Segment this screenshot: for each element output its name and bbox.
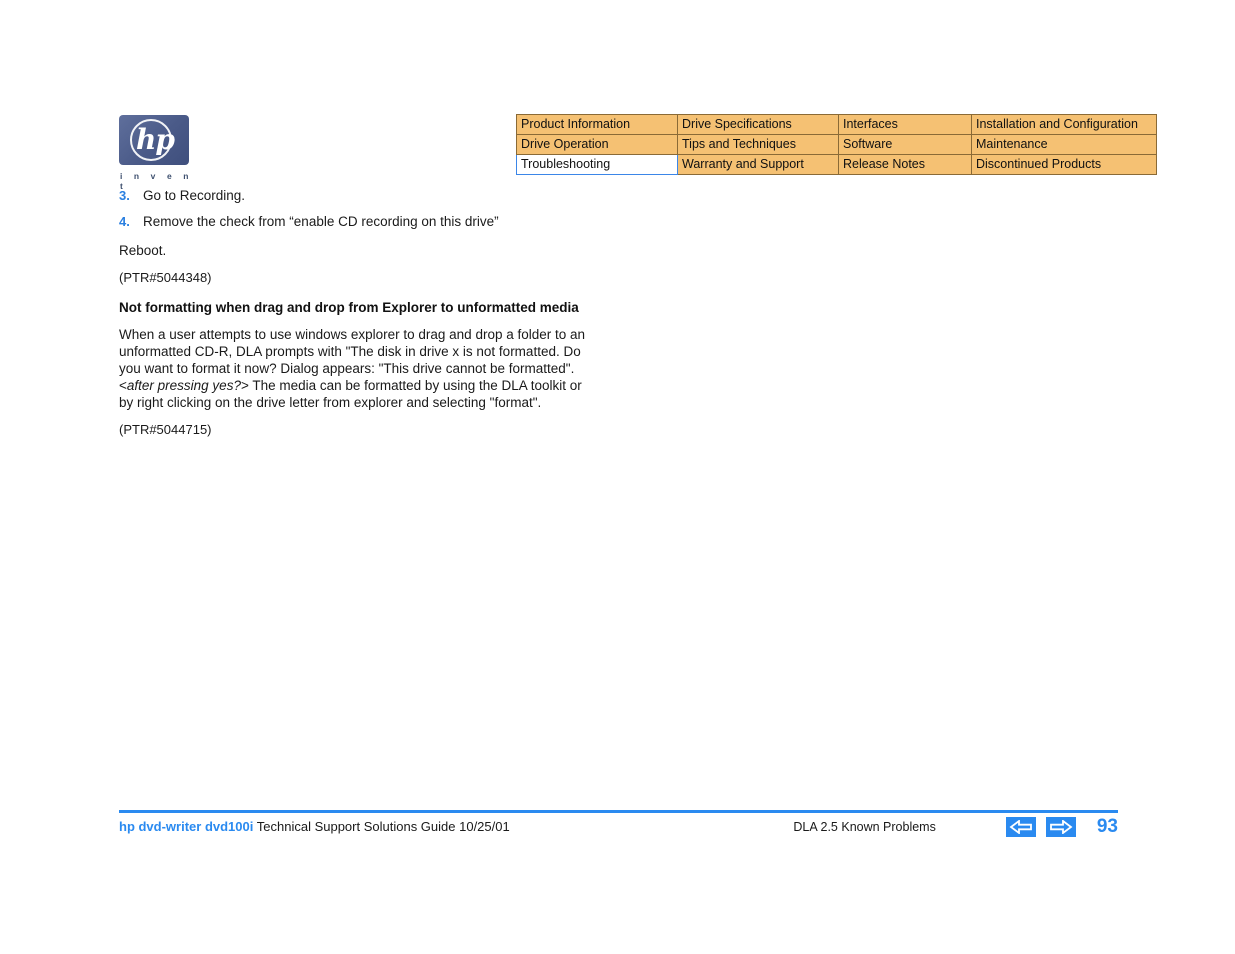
nav-row: Drive Operation Tips and Techniques Soft… [516,134,1157,155]
paragraph-italic-note: after pressing yes? [126,378,241,393]
nav-cell-product-information[interactable]: Product Information [516,114,678,135]
previous-page-button[interactable] [1005,817,1036,837]
nav-cell-interfaces[interactable]: Interfaces [838,114,972,135]
footer-divider [119,810,1118,813]
nav-cell-software[interactable]: Software [838,134,972,155]
hp-logo-box: hp [119,115,189,165]
page-content: 3. Go to Recording. 4. Remove the check … [119,185,639,438]
page-number: 93 [1096,816,1118,837]
footer-section-title: DLA 2.5 Known Problems [793,820,936,834]
nav-row: Product Information Drive Specifications… [516,114,1157,135]
footer-right-group: DLA 2.5 Known Problems 93 [793,817,1118,837]
step-number: 3. [119,188,130,203]
nav-cell-release-notes[interactable]: Release Notes [838,154,972,175]
list-item: 4. Remove the check from “enable CD reco… [119,211,639,233]
step-text: Remove the check from “enable CD recordi… [143,214,499,229]
footer-guide-title: Technical Support Solutions Guide 10/25/… [256,819,510,834]
body-paragraph: When a user attempts to use windows expl… [119,326,594,411]
page-footer: hp dvd-writer dvd100i Technical Support … [119,817,1118,851]
numbered-step-list: 3. Go to Recording. 4. Remove the check … [119,185,639,233]
ptr-reference-second: (PTR#5044715) [119,422,212,437]
nav-cell-tips-and-techniques[interactable]: Tips and Techniques [677,134,839,155]
nav-cell-drive-operation[interactable]: Drive Operation [516,134,678,155]
nav-row: Troubleshooting Warranty and Support Rel… [516,154,1157,175]
ptr-reference-first: (PTR#5044348) [119,270,212,285]
nav-cell-warranty-and-support[interactable]: Warranty and Support [677,154,839,175]
step-text: Go to Recording. [143,188,246,203]
step-number: 4. [119,214,130,229]
nav-cell-drive-specifications[interactable]: Drive Specifications [677,114,839,135]
nav-cell-maintenance[interactable]: Maintenance [971,134,1157,155]
next-page-button[interactable] [1045,817,1076,837]
nav-cell-installation-and-configuration[interactable]: Installation and Configuration [971,114,1157,135]
list-item: 3. Go to Recording. [119,185,639,207]
nav-cell-discontinued-products[interactable]: Discontinued Products [971,154,1157,175]
nav-cell-troubleshooting[interactable]: Troubleshooting [516,154,678,175]
footer-brand: hp dvd-writer dvd100i [119,819,254,834]
footer-left-group: hp dvd-writer dvd100i Technical Support … [119,817,510,837]
section-subheading: Not formatting when drag and drop from E… [119,300,579,315]
document-page: hp i n v e n t Product Information Drive… [0,0,1235,954]
section-navigation-table: Product Information Drive Specifications… [516,114,1157,175]
reboot-line: Reboot. [119,243,167,258]
hp-logo-wordmark: hp [136,123,175,156]
hp-logo: hp i n v e n t [119,115,195,191]
